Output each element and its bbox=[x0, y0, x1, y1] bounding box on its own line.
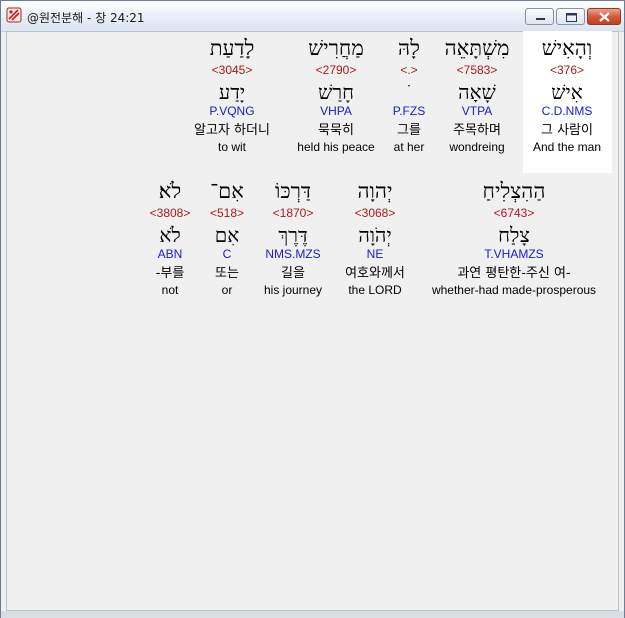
korean-gloss: 여호와께서 bbox=[345, 266, 405, 281]
hebrew-word: וְהָאִישׁ bbox=[541, 36, 593, 60]
english-gloss: the LORD bbox=[348, 283, 402, 297]
app-logo-icon bbox=[6, 7, 22, 23]
lemma: אִישׁ bbox=[551, 80, 583, 104]
word-column[interactable]: הַהִצְלִיחַ <6743> צָלַח T.VHAMZS 과연 평탄한… bbox=[432, 178, 596, 298]
lemma: לֹא bbox=[159, 223, 181, 247]
strong-number[interactable]: <7583> bbox=[445, 62, 510, 78]
window-title: @원전분해 - 창 24:21 bbox=[27, 11, 145, 25]
hebrew-word: לָדַעַת bbox=[209, 36, 255, 60]
close-icon bbox=[599, 12, 610, 22]
morph-code: T.VHAMZS bbox=[484, 247, 544, 261]
strong-number[interactable]: <518> bbox=[210, 205, 244, 221]
maximize-icon bbox=[566, 13, 577, 22]
strong-number[interactable]: <6743> bbox=[432, 205, 596, 221]
lemma: אִם bbox=[214, 223, 240, 247]
lemma: דֶּרֶךְ bbox=[278, 223, 308, 247]
morph-code: NE bbox=[366, 247, 384, 261]
hebrew-word: מַחֲרִישׁ bbox=[308, 36, 364, 60]
lemma: יְהֹוָה bbox=[358, 223, 392, 247]
english-gloss: wondreing bbox=[449, 140, 505, 154]
strong-number[interactable]: <3045> bbox=[194, 62, 270, 78]
hebrew-word: לָהּ bbox=[398, 36, 420, 60]
morph-code: VTPA bbox=[461, 104, 493, 118]
english-gloss: held his peace bbox=[297, 140, 375, 154]
lemma: ׂ bbox=[393, 80, 425, 104]
title-bar[interactable]: @원전분해 - 창 24:21 bbox=[1, 1, 624, 32]
strong-number[interactable]: <1870> bbox=[264, 205, 322, 221]
english-gloss: his journey bbox=[263, 283, 323, 297]
strong-number[interactable]: <3808> bbox=[150, 205, 191, 221]
english-gloss: at her bbox=[393, 140, 425, 154]
morph-code: C bbox=[222, 247, 232, 261]
strong-number[interactable]: <376> bbox=[533, 62, 601, 78]
window-bottom-border bbox=[1, 611, 624, 618]
lemma: שָׁאָה bbox=[458, 80, 496, 104]
strong-number[interactable]: <.> bbox=[393, 62, 425, 78]
korean-gloss: 과연 평탄한-주신 여- bbox=[457, 266, 571, 281]
morph-code: VHPA bbox=[320, 104, 352, 118]
korean-gloss: 또는 bbox=[215, 266, 239, 281]
hebrew-word: לֹא׃ bbox=[158, 179, 182, 203]
english-gloss: And the man bbox=[532, 140, 602, 154]
word-column[interactable]: יְהוָה <3068> יְהֹוָה NE 여호와께서 the LORD bbox=[345, 178, 405, 298]
app-window: @원전분해 - 창 24:21 וְהָאִישׁ <376> אִישׁ C.… bbox=[0, 0, 625, 618]
word-column[interactable]: לָהּ <.> ׂ P.FZS 그를 at her bbox=[393, 35, 425, 155]
korean-gloss: 묵묵히 bbox=[318, 123, 354, 138]
word-column[interactable]: מִשְׁתָּאֵה <7583> שָׁאָה VTPA 주목하며 wond… bbox=[445, 35, 510, 155]
minimize-icon bbox=[536, 18, 545, 20]
lemma: יָדַע bbox=[218, 80, 246, 104]
hebrew-word: הַהִצְלִיחַ bbox=[482, 179, 546, 203]
word-column[interactable]: וְהָאִישׁ <376> אִישׁ C.D.NMS 그 사람이 And … bbox=[533, 35, 601, 155]
hebrew-word: דַּרְכּוֹ bbox=[274, 179, 312, 203]
maximize-button[interactable] bbox=[556, 8, 585, 25]
korean-gloss: -부를 bbox=[155, 266, 185, 281]
morph-code: NMS.MZS bbox=[265, 247, 321, 261]
minimize-button[interactable] bbox=[525, 8, 554, 25]
morph-code: P.FZS bbox=[392, 104, 426, 118]
korean-gloss: 알고자 하더니 bbox=[194, 123, 270, 138]
word-column[interactable]: לָדַעַת <3045> יָדַע P.VQNG 알고자 하더니 to w… bbox=[194, 35, 270, 155]
word-column[interactable]: לֹא׃ <3808> לֹא ABN -부를 not bbox=[150, 178, 191, 298]
strong-number[interactable]: <2790> bbox=[297, 62, 374, 78]
close-button[interactable] bbox=[587, 8, 621, 25]
hebrew-word: אִם־ bbox=[210, 179, 244, 203]
morph-code: P.VQNG bbox=[209, 104, 255, 118]
korean-gloss: 길을 bbox=[281, 266, 305, 281]
word-column[interactable]: אִם־ <518> אִם C 또는 or bbox=[210, 178, 244, 298]
hebrew-word: מִשְׁתָּאֵה bbox=[444, 36, 510, 60]
english-gloss: whether-had made-prosperous bbox=[431, 283, 597, 297]
korean-gloss: 그 사람이 bbox=[541, 123, 593, 138]
english-gloss: to wit bbox=[217, 140, 246, 154]
english-gloss: not bbox=[161, 283, 179, 297]
word-column[interactable]: דַּרְכּוֹ <1870> דֶּרֶךְ NMS.MZS 길을 his … bbox=[264, 178, 322, 298]
lemma: חָרַשׁ bbox=[318, 80, 354, 104]
korean-gloss: 주목하며 bbox=[453, 123, 501, 138]
english-gloss: or bbox=[221, 283, 233, 297]
word-column[interactable]: מַחֲרִישׁ <2790> חָרַשׁ VHPA 묵묵히 held hi… bbox=[297, 35, 374, 155]
morph-code: C.D.NMS bbox=[541, 104, 593, 118]
korean-gloss: 그를 bbox=[397, 123, 421, 138]
hebrew-word: יְהוָה bbox=[357, 179, 393, 203]
morph-code: ABN bbox=[157, 247, 183, 261]
strong-number[interactable]: <3068> bbox=[345, 205, 405, 221]
lemma: צָלַח bbox=[498, 223, 530, 247]
